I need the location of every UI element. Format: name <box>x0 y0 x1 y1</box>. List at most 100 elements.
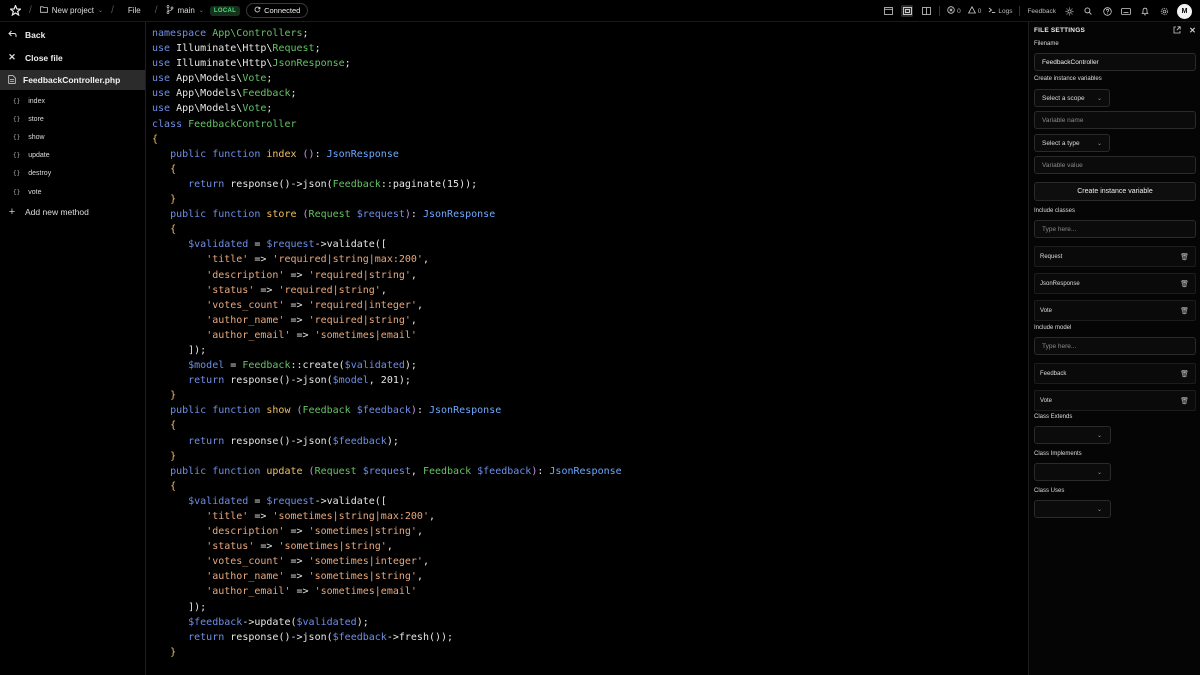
code-line[interactable]: use App\Models\Vote; <box>152 71 1022 86</box>
code-line[interactable]: 'author_name' => 'required|string', <box>152 313 1022 328</box>
type-select[interactable]: Select a type ⌄ <box>1034 134 1110 152</box>
plus-icon: + <box>8 206 16 219</box>
code-editor[interactable]: namespace App\Controllers; use Illuminate… <box>152 26 1022 675</box>
code-line[interactable]: 'author_name' => 'sometimes|string', <box>152 569 1022 584</box>
code-line[interactable]: public function index (): JsonResponse <box>152 147 1022 162</box>
method-item-update[interactable]: {} update <box>0 147 145 165</box>
keyboard-icon[interactable] <box>1120 5 1132 17</box>
create-instance-variable-button[interactable]: Create instance variable <box>1034 182 1196 201</box>
code-line[interactable]: { <box>152 132 1022 147</box>
code-token: $feedback <box>188 616 243 628</box>
trash-icon[interactable]: 🗑 <box>1180 370 1189 378</box>
layout-center-icon[interactable] <box>901 5 914 17</box>
code-line[interactable]: use Illuminate\Http\Request; <box>152 41 1022 56</box>
code-line[interactable]: 'description' => 'sometimes|string', <box>152 524 1022 539</box>
code-line[interactable]: 'votes_count' => 'required|integer', <box>152 298 1022 313</box>
code-line[interactable]: 'status' => 'sometimes|string', <box>152 539 1022 554</box>
code-token: JsonResponse <box>428 405 502 417</box>
code-line[interactable]: return response()->json($feedback); <box>152 434 1022 449</box>
code-line[interactable]: 'title' => 'required|string|max:200', <box>152 252 1022 267</box>
variable-name-input[interactable]: Variable name <box>1034 111 1196 129</box>
class-implements-select[interactable]: ⌄ <box>1034 463 1111 481</box>
code-line[interactable]: use App\Models\Vote; <box>152 101 1022 116</box>
code-token: class <box>152 118 189 130</box>
search-icon[interactable] <box>1082 5 1094 17</box>
bell-icon[interactable] <box>1139 5 1151 17</box>
code-line[interactable]: { <box>152 418 1022 433</box>
app-logo-icon[interactable] <box>9 5 21 17</box>
variable-value-input[interactable]: Variable value <box>1034 156 1196 174</box>
connection-status[interactable]: Connected <box>246 3 309 18</box>
code-line[interactable]: 'description' => 'required|string', <box>152 268 1022 283</box>
code-line[interactable]: class FeedbackController <box>152 117 1022 132</box>
code-line[interactable]: $validated = $request->validate([ <box>152 237 1022 252</box>
code-line[interactable]: { <box>152 479 1022 494</box>
method-item-index[interactable]: {} index <box>0 92 145 110</box>
settings-icon[interactable] <box>1158 5 1170 17</box>
logs-button[interactable]: Logs <box>988 6 1012 16</box>
code-line[interactable]: $model = Feedback::create($validated); <box>152 358 1022 373</box>
pop-out-icon[interactable] <box>1173 25 1181 36</box>
method-item-store[interactable]: {} store <box>0 110 145 128</box>
method-item-vote[interactable]: {} vote <box>0 183 145 201</box>
code-line[interactable]: } <box>152 192 1022 207</box>
trash-icon[interactable]: 🗑 <box>1180 397 1189 405</box>
active-file-item[interactable]: FeedbackController.php <box>0 70 145 90</box>
add-method-button[interactable]: + Add new method <box>0 201 145 223</box>
class-uses-select[interactable]: ⌄ <box>1034 500 1111 518</box>
project-selector[interactable]: New project ⌄ <box>39 6 103 15</box>
close-file-button[interactable]: ✕ Close file <box>0 46 145 69</box>
include-model-input[interactable]: Type here... <box>1034 337 1196 355</box>
code-line[interactable]: } <box>152 449 1022 464</box>
include-classes-input[interactable]: Type here... <box>1034 220 1196 238</box>
code-line[interactable]: return response()->json($feedback->fresh… <box>152 630 1022 645</box>
layout-split-icon[interactable] <box>920 5 932 17</box>
code-line[interactable]: return response()->json(Feedback::pagina… <box>152 177 1022 192</box>
code-line[interactable]: 'author_email' => 'sometimes|email' <box>152 584 1022 599</box>
method-item-destroy[interactable]: {} destroy <box>0 165 145 183</box>
code-line[interactable]: ]); <box>152 343 1022 358</box>
class-extends-select[interactable]: ⌄ <box>1034 426 1111 444</box>
trash-icon[interactable]: 🗑 <box>1180 307 1189 315</box>
code-line[interactable]: use Illuminate\Http\JsonResponse; <box>152 56 1022 71</box>
code-line[interactable]: $feedback->update($validated); <box>152 615 1022 630</box>
code-line[interactable]: return response()->json($model, 201); <box>152 373 1022 388</box>
code-line[interactable]: namespace App\Controllers; <box>152 26 1022 41</box>
code-line[interactable]: 'author_email' => 'sometimes|email' <box>152 328 1022 343</box>
code-line[interactable]: } <box>152 388 1022 403</box>
code-line[interactable]: public function update (Request $request… <box>152 464 1022 479</box>
user-avatar[interactable]: M <box>1177 3 1192 19</box>
code-line[interactable]: use App\Models\Feedback; <box>152 86 1022 101</box>
help-icon[interactable] <box>1101 5 1113 17</box>
code-line[interactable]: 'title' => 'sometimes|string|max:200', <box>152 509 1022 524</box>
code-line[interactable]: public function show (Feedback $feedback… <box>152 403 1022 418</box>
branch-selector[interactable]: main ⌄ <box>166 5 204 16</box>
layout-left-icon[interactable] <box>882 5 894 17</box>
close-icon[interactable]: ✕ <box>1189 26 1196 36</box>
feedback-button[interactable]: Feedback <box>1027 8 1056 15</box>
code-line[interactable]: ]); <box>152 600 1022 615</box>
trash-icon[interactable]: 🗑 <box>1180 280 1189 288</box>
code-line[interactable]: 'status' => 'required|string', <box>152 283 1022 298</box>
scope-select[interactable]: Select a scope ⌄ <box>1034 89 1110 107</box>
code-line[interactable]: { <box>152 162 1022 177</box>
code-token: Vote <box>242 73 267 85</box>
code-line[interactable]: 'votes_count' => 'sometimes|integer', <box>152 554 1022 569</box>
method-item-show[interactable]: {} show <box>0 128 145 146</box>
code-line[interactable]: } <box>152 645 1022 660</box>
code-line[interactable]: { <box>152 222 1022 237</box>
errors-indicator[interactable]: 0 <box>947 6 961 16</box>
code-token: $request <box>266 239 315 251</box>
included-class-name: Request <box>1040 253 1063 260</box>
filename-input[interactable]: FeedbackController <box>1034 53 1196 71</box>
file-menu[interactable]: File <box>128 6 141 15</box>
back-button[interactable]: Back <box>0 23 145 46</box>
code-line[interactable]: $validated = $request->validate([ <box>152 494 1022 509</box>
trash-icon[interactable]: 🗑 <box>1180 253 1189 261</box>
sun-icon[interactable] <box>1063 5 1075 17</box>
warnings-indicator[interactable]: 0 <box>967 5 981 16</box>
code-line[interactable]: public function store (Request $request)… <box>152 207 1022 222</box>
code-token: => <box>290 586 315 598</box>
